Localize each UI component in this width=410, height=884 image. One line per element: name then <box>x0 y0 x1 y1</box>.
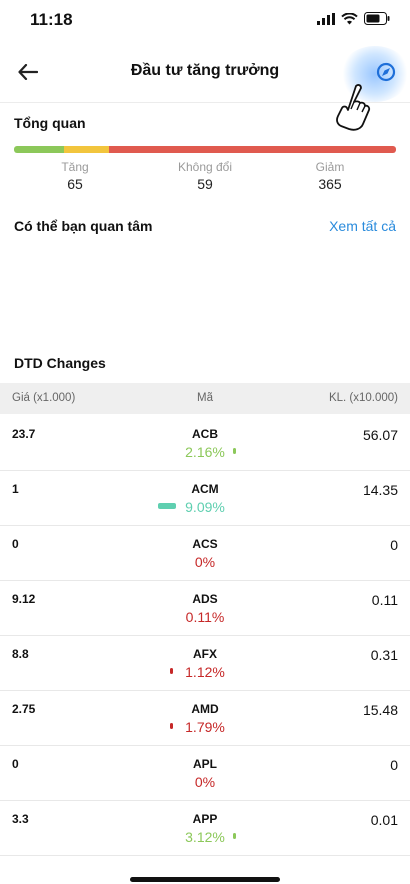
table-row[interactable]: 0 APL 0% 0 <box>0 745 410 801</box>
row-change-percent: 2.16% <box>185 444 225 460</box>
table-row[interactable]: 8.8 AFX 1.12% 0.31 <box>0 635 410 691</box>
table-row[interactable]: 1 ACM 9.09% 14.35 <box>0 470 410 526</box>
row-change-percent: 0% <box>194 554 216 570</box>
row-change-percent: 9.09% <box>185 499 225 515</box>
row-code: APL <box>193 757 217 771</box>
row-code: ACM <box>191 482 219 496</box>
see-all-link[interactable]: Xem tất cả <box>329 218 396 234</box>
bar-segment-up <box>14 146 64 153</box>
change-indicator-bar <box>158 503 176 509</box>
market-breadth-bar <box>14 146 396 153</box>
row-change-percent: 0% <box>194 774 216 790</box>
table-header: Giá (x1.000) Mã KL. (x10.000) <box>0 383 410 414</box>
signal-icon <box>317 12 335 25</box>
change-indicator-bar <box>170 723 173 729</box>
row-change-percent: 1.79% <box>185 719 225 735</box>
row-volume: 0.31 <box>370 647 398 663</box>
status-icons <box>317 12 390 25</box>
row-code: ACS <box>192 537 218 551</box>
row-code: ACB <box>192 427 218 441</box>
interest-title: Có thể bạn quan tâm <box>14 218 153 234</box>
row-volume: 56.07 <box>362 427 398 443</box>
row-volume: 0.11 <box>371 592 398 608</box>
stat-value: 65 <box>67 176 83 192</box>
status-time: 11:18 <box>30 10 73 29</box>
stat-label: Tăng <box>61 160 89 174</box>
bar-segment-flat <box>63 146 110 153</box>
row-change-percent: 0.11% <box>185 609 225 625</box>
stat-label: Không đổi <box>177 160 233 174</box>
table-row[interactable]: 23.7 ACB 2.16% 56.07 <box>0 415 410 471</box>
row-change-percent: 1.12% <box>185 664 225 680</box>
change-indicator-bar <box>233 448 236 454</box>
change-indicator-bar <box>233 833 236 839</box>
row-volume: 0 <box>390 537 398 553</box>
bar-segment-down <box>109 146 396 153</box>
status-bar: 11:18 <box>0 0 410 40</box>
overview-title: Tổng quan <box>14 115 86 131</box>
stat-up: Tăng 65 <box>25 160 125 192</box>
dtd-title: DTD Changes <box>14 355 106 371</box>
row-volume: 15.48 <box>362 702 398 718</box>
pointer-hand-icon <box>336 84 371 131</box>
row-code: APP <box>192 812 218 826</box>
stat-down: Giảm 365 <box>280 160 380 192</box>
row-volume: 0 <box>390 757 398 773</box>
row-code: AFX <box>193 647 217 661</box>
home-indicator <box>130 877 280 882</box>
row-volume: 0.01 <box>370 812 398 828</box>
row-code: ADS <box>192 592 218 606</box>
row-code: AMD <box>191 702 219 716</box>
overview-stats: Tăng 65 Không đổi 59 Giảm 365 <box>0 160 410 200</box>
table-row[interactable]: 9.12 ADS 0.11% 0.11 <box>0 580 410 636</box>
table-row[interactable]: 3.3 APP 3.12% 0.01 <box>0 800 410 856</box>
stat-label: Giảm <box>315 160 345 174</box>
compass-button[interactable] <box>375 61 397 83</box>
row-change-percent: 3.12% <box>185 829 225 845</box>
change-indicator-bar <box>170 668 173 674</box>
stat-value: 59 <box>197 176 213 192</box>
column-volume: KL. (x10.000) <box>328 392 398 404</box>
row-volume: 14.35 <box>362 482 398 498</box>
wifi-icon <box>341 12 358 24</box>
table-row[interactable]: 2.75 AMD 1.79% 15.48 <box>0 690 410 746</box>
battery-icon <box>364 12 390 25</box>
stat-flat: Không đổi 59 <box>155 160 255 192</box>
table-row[interactable]: 0 ACS 0% 0 <box>0 525 410 581</box>
stat-value: 365 <box>318 176 342 192</box>
compass-icon <box>376 62 396 82</box>
